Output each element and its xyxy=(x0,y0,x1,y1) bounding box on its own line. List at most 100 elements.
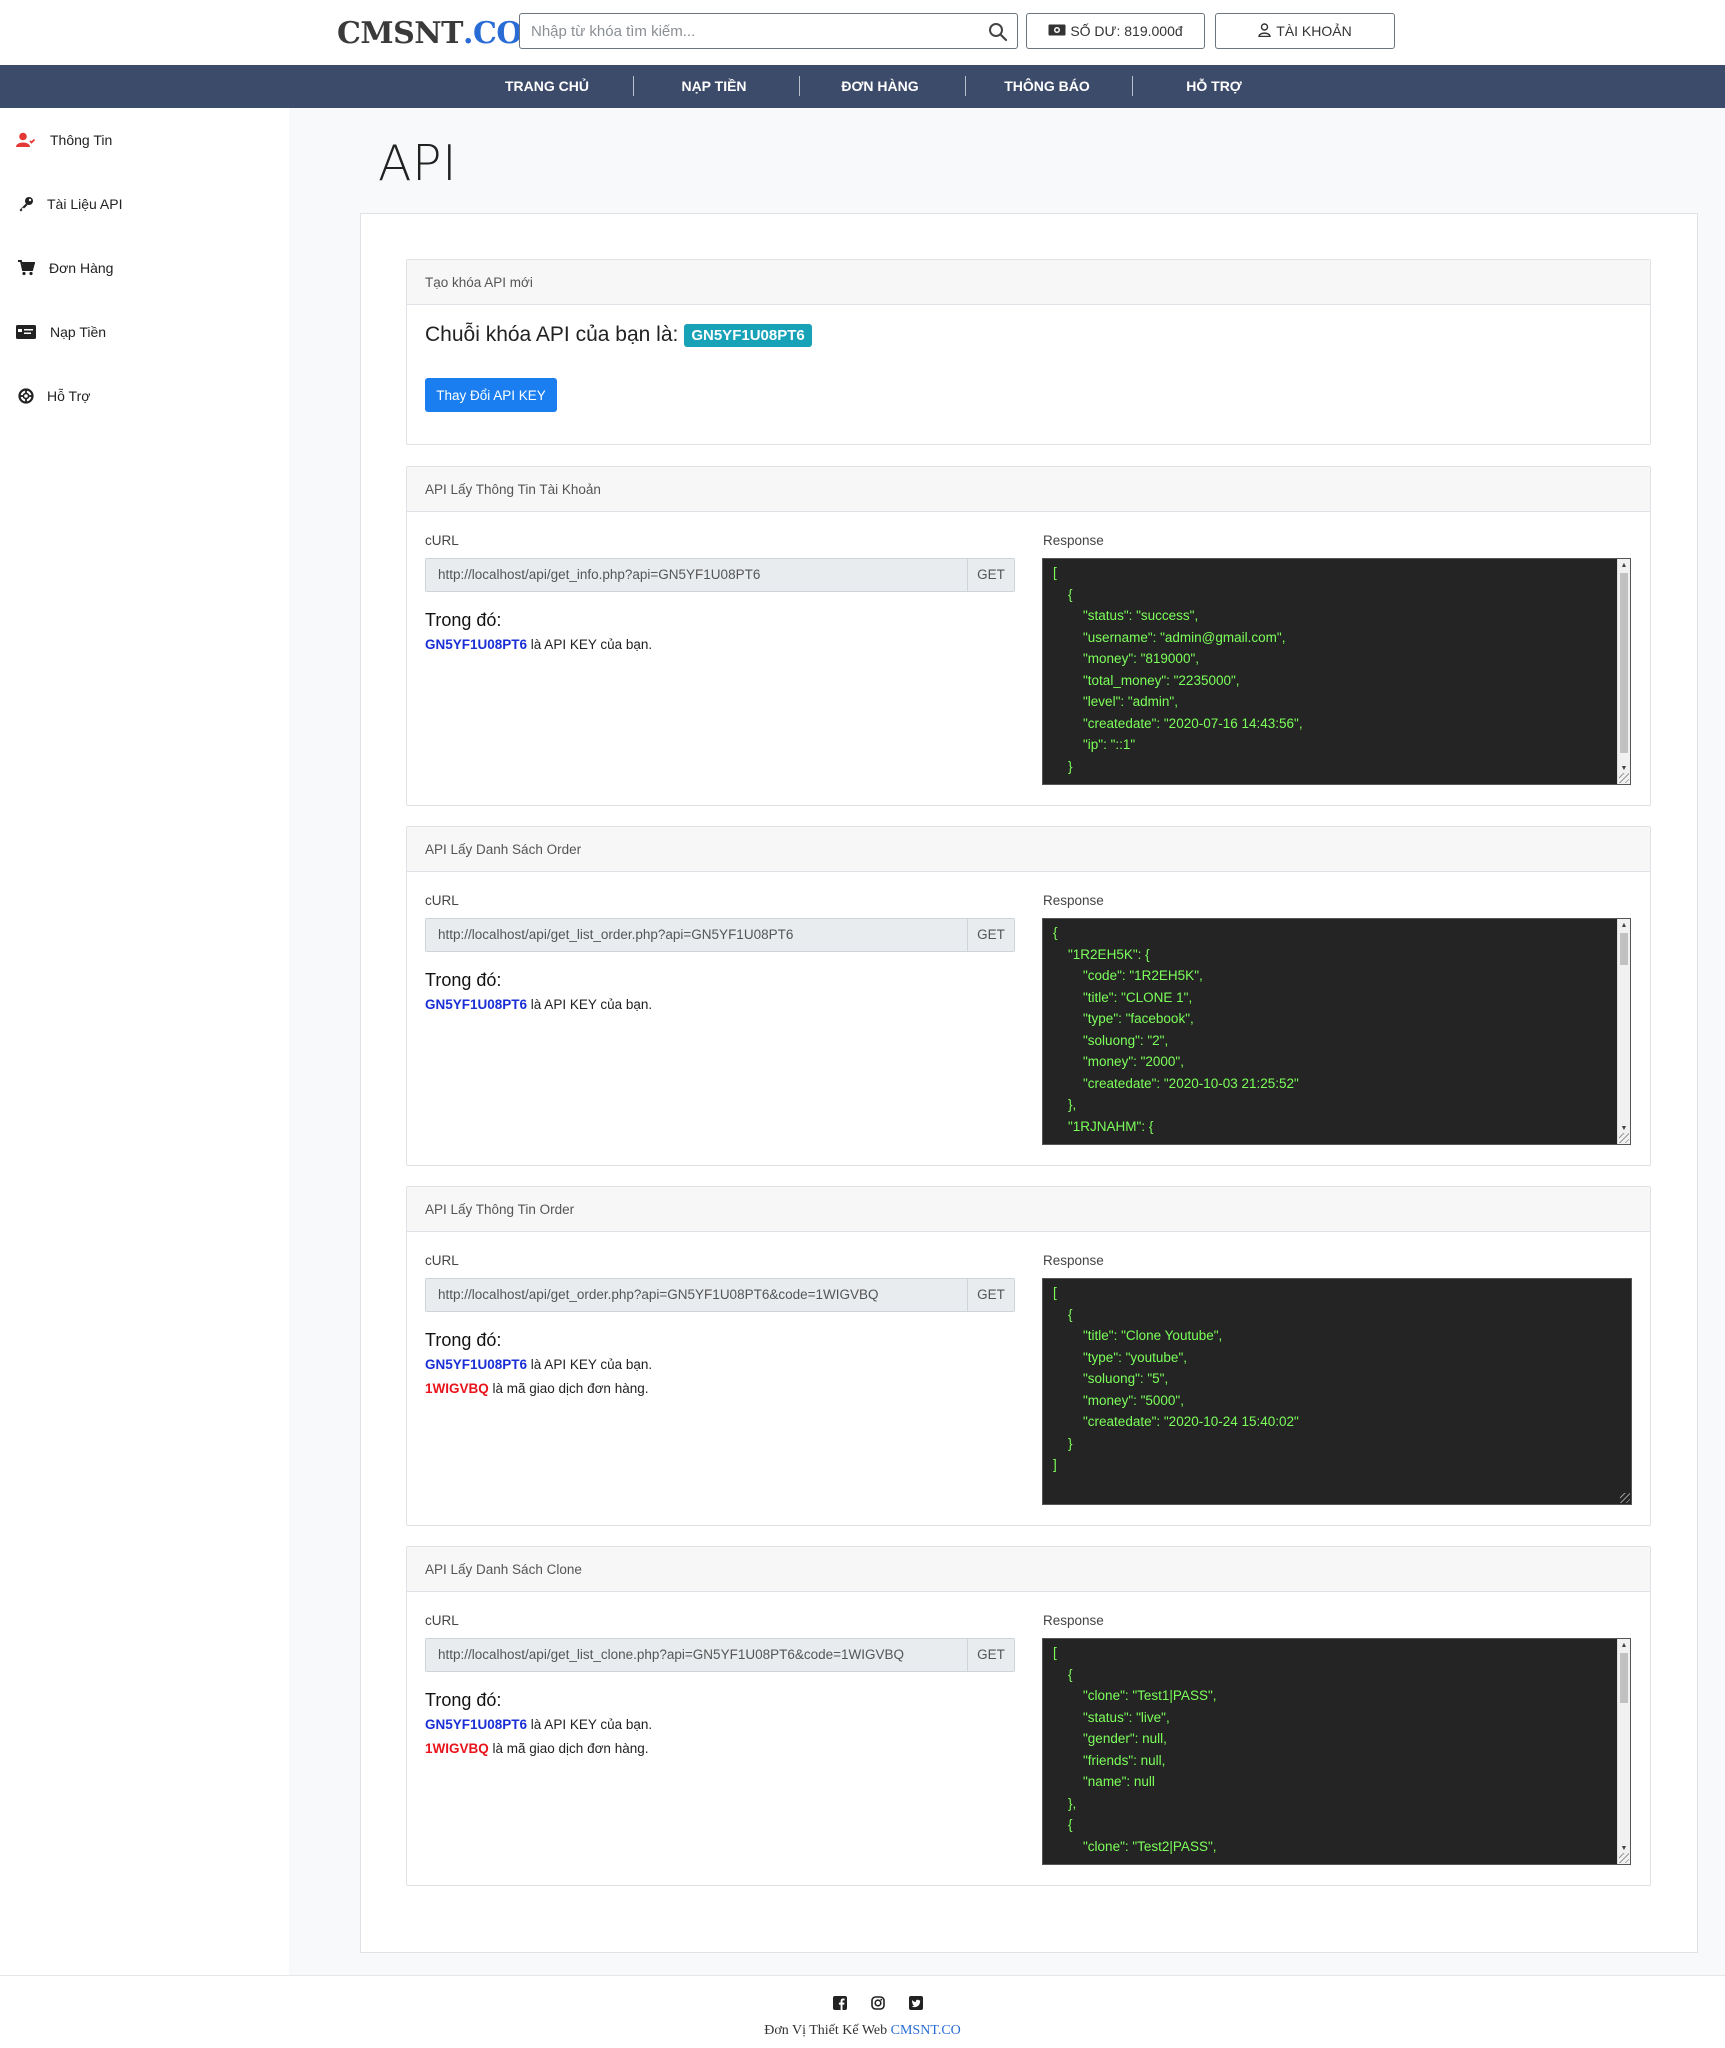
account-label: TÀI KHOẢN xyxy=(1276,23,1352,39)
sidebar-item-orders[interactable]: Đơn Hàng xyxy=(15,256,113,280)
site-logo[interactable]: CMSNT .CO xyxy=(337,14,542,52)
sidebar-item-support[interactable]: Hỗ Trợ xyxy=(15,384,90,408)
balance-label: SỐ DƯ: 819.000đ xyxy=(1070,23,1183,39)
curl-url-input[interactable]: http://localhost/api/get_list_order.php?… xyxy=(426,919,967,951)
nav-item-deposit[interactable]: NẠP TIỀN xyxy=(631,65,797,108)
search-input[interactable] xyxy=(520,14,960,48)
curl-field: http://localhost/api/get_order.php?api=G… xyxy=(425,1278,1015,1312)
sidebar-item-label: Tài Liệu API xyxy=(47,196,123,212)
where-description: là API KEY của bạn. xyxy=(527,997,653,1012)
money-card-icon xyxy=(15,325,37,339)
scrollbar-thumb[interactable] xyxy=(1620,933,1628,965)
api-key-badge: GN5YF1U08PT6 xyxy=(684,323,812,347)
sidebar-item-deposit[interactable]: Nạp Tiền xyxy=(15,320,106,344)
curl-label: cURL xyxy=(425,1253,459,1268)
life-ring-icon xyxy=(15,388,37,404)
curl-field: http://localhost/api/get_info.php?api=GN… xyxy=(425,558,1015,592)
response-textarea[interactable]: [ { "clone": "Test1|PASS", "status": "li… xyxy=(1042,1638,1631,1865)
response-label: Response xyxy=(1043,533,1104,548)
curl-url-input[interactable]: http://localhost/api/get_order.php?api=G… xyxy=(426,1279,967,1311)
resize-grip-icon[interactable] xyxy=(1619,773,1629,783)
user-icon xyxy=(15,132,37,148)
where-title: Trong đó: xyxy=(425,1690,502,1710)
sidebar-item-label: Hỗ Trợ xyxy=(47,388,91,404)
where-line: GN5YF1U08PT6 là API KEY của bạn. xyxy=(425,637,652,652)
account-button[interactable]: TÀI KHOẢN xyxy=(1215,13,1395,49)
http-method-badge: GET xyxy=(967,1639,1014,1671)
response-scrollbar[interactable]: ▲ ▼ xyxy=(1617,1639,1630,1864)
search-box xyxy=(519,13,1018,49)
api-key-card: Tạo khóa API mới Chuỗi khóa API của bạn … xyxy=(406,259,1651,445)
sidebar-item-label: Nạp Tiền xyxy=(50,324,107,340)
nav-item-support[interactable]: HỖ TRỢ xyxy=(1131,65,1297,108)
response-textarea[interactable]: [ { "title": "Clone Youtube", "type": "y… xyxy=(1042,1278,1632,1505)
card-header: API Lấy Thông Tin Tài Khoản xyxy=(407,467,1650,512)
where-description: là API KEY của bạn. xyxy=(527,637,653,652)
sidebar-item-label: Thông Tin xyxy=(50,132,113,148)
instagram-icon[interactable] xyxy=(870,1996,885,2010)
resize-grip-icon[interactable] xyxy=(1619,1853,1629,1863)
resize-grip-icon[interactable] xyxy=(1619,1133,1629,1143)
footer: Đơn Vị Thiết Kế Web CMSNT.CO xyxy=(0,1975,1725,2048)
response-label: Response xyxy=(1043,893,1104,908)
scroll-up-arrow-icon[interactable]: ▲ xyxy=(1618,559,1630,571)
where-line: GN5YF1U08PT6 là API KEY của bạn. xyxy=(425,997,652,1012)
api-section-order-list: API Lấy Danh Sách Order cURL Response ht… xyxy=(406,826,1651,1166)
api-key-text: Chuỗi khóa API của bạn là: xyxy=(425,323,679,346)
api-key-value: GN5YF1U08PT6 xyxy=(425,1357,528,1372)
sidebar: Thông Tin Tài Liệu API Đơn Hàng Nạp Tiền… xyxy=(0,108,289,1975)
scroll-up-arrow-icon[interactable]: ▲ xyxy=(1618,919,1630,931)
http-method-badge: GET xyxy=(967,919,1014,951)
scroll-up-arrow-icon[interactable]: ▲ xyxy=(1618,1639,1630,1651)
curl-url-input[interactable]: http://localhost/api/get_list_clone.php?… xyxy=(426,1639,967,1671)
response-label: Response xyxy=(1043,1613,1104,1628)
credit-link[interactable]: CMSNT.CO xyxy=(891,2023,961,2038)
sidebar-item-info[interactable]: Thông Tin xyxy=(15,128,112,152)
response-scrollbar[interactable]: ▲ ▼ xyxy=(1617,919,1630,1144)
nav-item-home[interactable]: TRANG CHỦ xyxy=(464,65,630,108)
where-title: Trong đó: xyxy=(425,1330,502,1350)
top-header: CMSNT.CO SỐ DƯ: 819.000đ TÀI KHOẢN xyxy=(0,0,1725,65)
money-icon xyxy=(1048,23,1066,39)
balance-button[interactable]: SỐ DƯ: 819.000đ xyxy=(1026,13,1205,49)
card-header: API Lấy Danh Sách Clone xyxy=(407,1547,1650,1592)
main-nav: TRANG CHỦ NẠP TIỀN ĐƠN HÀNG THÔNG BÁO HỖ… xyxy=(0,65,1725,108)
response-json: [ { "status": "success", "username": "ad… xyxy=(1053,565,1303,774)
response-textarea[interactable]: { "1R2EH5K": { "code": "1R2EH5K", "title… xyxy=(1042,918,1631,1145)
api-section-order-info: API Lấy Thông Tin Order cURL Response ht… xyxy=(406,1186,1651,1526)
logo-text-domain: .CO xyxy=(463,15,522,51)
api-key-value: GN5YF1U08PT6 xyxy=(425,1717,528,1732)
card-header: Tạo khóa API mới xyxy=(407,260,1650,305)
api-section-clone-list: API Lấy Danh Sách Clone cURL Response ht… xyxy=(406,1546,1651,1886)
where-description: là mã giao dịch đơn hàng. xyxy=(488,1381,649,1396)
where-line: 1WIGVBQ là mã giao dịch đơn hàng. xyxy=(425,1741,648,1756)
sidebar-item-label: Đơn Hàng xyxy=(49,260,114,276)
facebook-icon[interactable] xyxy=(832,1996,847,2010)
change-api-key-button[interactable]: Thay Đổi API KEY xyxy=(425,378,557,412)
nav-item-orders[interactable]: ĐƠN HÀNG xyxy=(797,65,963,108)
response-textarea[interactable]: [ { "status": "success", "username": "ad… xyxy=(1042,558,1631,785)
response-json: { "1R2EH5K": { "code": "1R2EH5K", "title… xyxy=(1053,925,1299,1134)
resize-grip-icon[interactable] xyxy=(1620,1493,1630,1503)
footer-credit: Đơn Vị Thiết Kế Web CMSNT.CO xyxy=(0,2023,1725,2039)
curl-field: http://localhost/api/get_list_clone.php?… xyxy=(425,1638,1015,1672)
response-label: Response xyxy=(1043,1253,1104,1268)
curl-label: cURL xyxy=(425,533,459,548)
main-content: API Tạo khóa API mới Chuỗi khóa API của … xyxy=(289,108,1725,1975)
curl-label: cURL xyxy=(425,1613,459,1628)
scrollbar-thumb[interactable] xyxy=(1620,1653,1628,1703)
search-icon[interactable] xyxy=(987,21,1009,43)
page-title: API xyxy=(378,135,458,192)
sidebar-item-api-docs[interactable]: Tài Liệu API xyxy=(15,192,123,216)
response-scrollbar[interactable]: ▲ ▼ xyxy=(1617,559,1630,784)
where-title: Trong đó: xyxy=(425,610,502,630)
twitter-icon[interactable] xyxy=(908,1996,923,2010)
card-header: API Lấy Thông Tin Order xyxy=(407,1187,1650,1232)
card-header: API Lấy Danh Sách Order xyxy=(407,827,1650,872)
where-line: GN5YF1U08PT6 là API KEY của bạn. xyxy=(425,1357,652,1372)
where-line: GN5YF1U08PT6 là API KEY của bạn. xyxy=(425,1717,652,1732)
scrollbar-thumb[interactable] xyxy=(1620,573,1628,753)
where-title: Trong đó: xyxy=(425,970,502,990)
curl-url-input[interactable]: http://localhost/api/get_info.php?api=GN… xyxy=(426,559,967,591)
nav-item-notifications[interactable]: THÔNG BÁO xyxy=(964,65,1130,108)
